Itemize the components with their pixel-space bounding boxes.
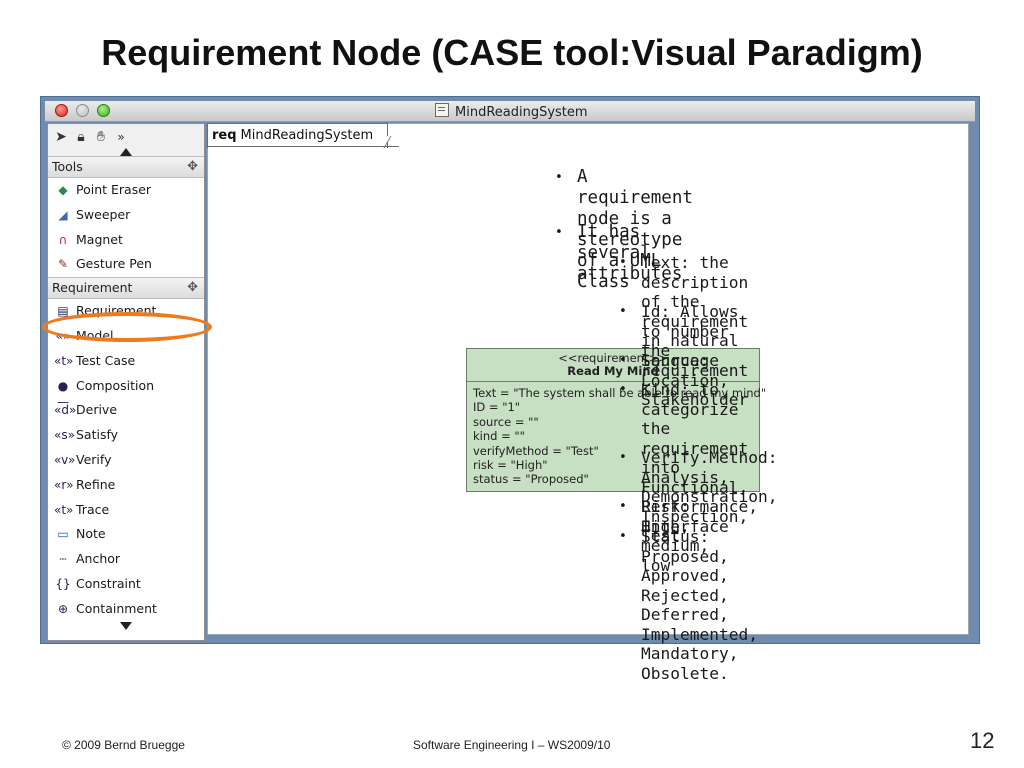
palette-scroll-up-icon[interactable]	[120, 148, 132, 156]
palette-item-label: Sweeper	[76, 206, 131, 222]
palette-item-refine[interactable]: «r» Refine	[48, 473, 204, 498]
constraint-icon: {}	[55, 576, 71, 591]
window-titlebar[interactable]: MindReadingSystem	[45, 101, 975, 122]
diagram-frame-line	[207, 146, 399, 147]
footer-course: Software Engineering I – WS2009/10	[413, 738, 611, 752]
trace-icon: «t»	[54, 502, 74, 517]
refine-icon: «r»	[54, 477, 74, 492]
hand-icon[interactable]: ✋︎	[92, 128, 110, 146]
move-section-icon[interactable]: ✥	[187, 278, 198, 298]
diagram-palette: ➤ 🔒︎ ✋︎ » Tools ✥ ◆ Point Eraser ◢ Sweep…	[47, 123, 205, 641]
zoom-window-button[interactable]	[97, 104, 110, 117]
tools-section-label: Tools	[52, 159, 83, 174]
footer-copyright: © 2009 Bernd Bruegge	[62, 738, 185, 752]
window-title-text: MindReadingSystem	[455, 105, 588, 120]
bullet-dot: •	[619, 353, 627, 368]
app-window: MindReadingSystem ➤ 🔒︎ ✋︎ » Tools ✥ ◆ Po…	[40, 96, 980, 644]
note-icon: ▭	[57, 527, 69, 542]
slide-title: Requirement Node (CASE tool:Visual Parad…	[101, 32, 923, 73]
close-window-button[interactable]	[55, 104, 68, 117]
bullet-dot: •	[619, 382, 627, 397]
palette-item-label: Magnet	[76, 231, 123, 247]
pointer-icon[interactable]: ➤	[52, 128, 70, 146]
bullet-dot: •	[619, 255, 627, 270]
palette-item-note[interactable]: ▭ Note	[48, 522, 204, 547]
palette-section-requirement[interactable]: Requirement ✥	[48, 277, 204, 300]
palette-item-label: Satisfy	[76, 427, 119, 443]
derive-icon: «d»	[54, 403, 77, 418]
verify-icon: «v»	[54, 452, 76, 467]
window-title: MindReadingSystem	[435, 103, 588, 120]
bullet-dot: •	[555, 225, 563, 240]
minimize-window-button[interactable]	[76, 104, 89, 117]
palette-item-label: Refine	[76, 476, 116, 492]
magnet-icon: ∩	[58, 232, 68, 247]
palette-item-verify[interactable]: «v» Verify	[48, 448, 204, 473]
palette-item-composition[interactable]: ●— Composition	[48, 374, 204, 409]
bullet-dot: •	[619, 304, 627, 319]
palette-item-label: Composition	[76, 377, 155, 393]
diagram-frame-tab[interactable]: req MindReadingSystem	[207, 123, 389, 148]
anchor-icon: ┄	[59, 552, 67, 567]
palette-item-label: Anchor	[76, 551, 121, 567]
palette-item-trace[interactable]: «t» Trace	[48, 498, 204, 523]
palette-toolbar: ➤ 🔒︎ ✋︎ »	[48, 124, 204, 157]
palette-item-test-case[interactable]: «t» Test Case	[48, 349, 204, 374]
palette-item-satisfy[interactable]: «s» Satisfy	[48, 423, 204, 448]
palette-item-label: Point Eraser	[76, 182, 152, 197]
palette-item-anchor[interactable]: ┄ Anchor	[48, 547, 204, 572]
bullet-dot: •	[619, 450, 627, 465]
palette-item-sweeper[interactable]: ◢ Sweeper	[48, 203, 204, 228]
containment-icon: ⊕	[57, 601, 69, 616]
composition-icon: ●—	[57, 378, 69, 409]
palette-list: Tools ✥ ◆ Point Eraser ◢ Sweeper ∩ Magne…	[48, 156, 204, 622]
eraser-icon: ◆	[58, 183, 68, 197]
palette-item-magnet[interactable]: ∩ Magnet	[48, 228, 204, 253]
palette-item-label: Note	[76, 526, 106, 542]
requirement-section-label: Requirement	[52, 280, 133, 296]
palette-item-point-eraser[interactable]: ◆ Point Eraser	[48, 178, 204, 203]
sweeper-icon: ◢	[58, 207, 68, 222]
palette-item-gesture-pen[interactable]: ✎ Gesture Pen	[48, 252, 204, 277]
lock-icon[interactable]: 🔒︎	[72, 128, 90, 146]
palette-section-tools[interactable]: Tools ✥	[48, 156, 204, 178]
expand-icon[interactable]: »	[112, 128, 130, 146]
palette-item-label: Trace	[76, 501, 110, 517]
pen-icon: ✎	[57, 257, 69, 272]
palette-item-label: Derive	[76, 402, 118, 418]
move-section-icon[interactable]: ✥	[187, 157, 198, 177]
palette-item-constraint[interactable]: {} Constraint	[48, 572, 204, 597]
note-text: Status: Proposed, Approved, Rejected, De…	[641, 527, 758, 683]
bullet-dot: •	[555, 170, 563, 185]
palette-item-label: Constraint	[76, 575, 141, 591]
palette-item-containment[interactable]: ⊕ Containment	[48, 597, 204, 622]
page-number: 12	[970, 728, 995, 753]
satisfy-icon: «s»	[54, 428, 75, 443]
palette-item-label: Verify	[76, 451, 112, 467]
palette-item-label: Test Case	[76, 352, 136, 368]
bullet-dot: •	[619, 529, 627, 544]
palette-item-label: Gesture Pen	[76, 256, 152, 272]
bullet-dot: •	[619, 499, 627, 514]
palette-item-derive[interactable]: «d» Derive	[48, 398, 204, 423]
test-case-icon: «t»	[54, 353, 74, 368]
palette-scroll-down-icon[interactable]	[120, 622, 132, 630]
highlight-ellipse	[42, 312, 212, 342]
diagram-name: MindReadingSystem	[240, 128, 374, 143]
palette-item-label: Containment	[76, 600, 157, 616]
diagram-kind-label: req	[212, 128, 237, 143]
document-icon	[435, 103, 449, 117]
